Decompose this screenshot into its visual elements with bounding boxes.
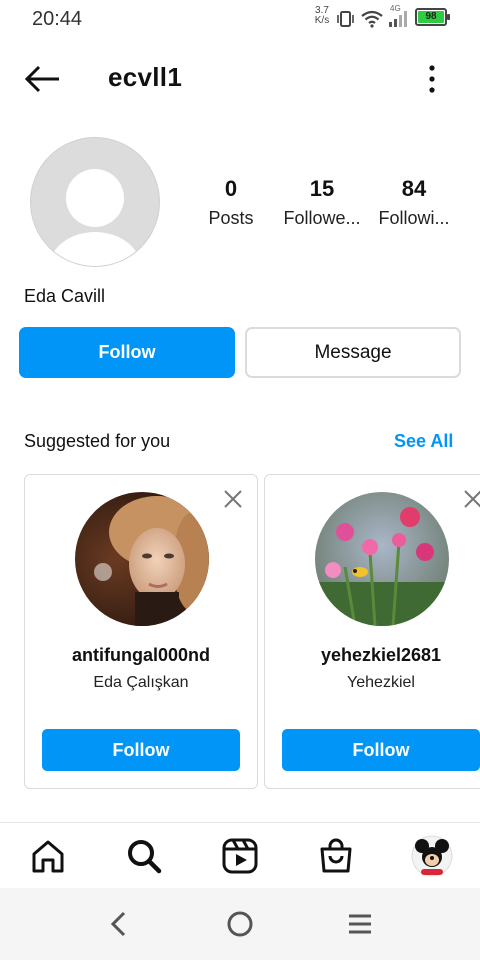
message-button[interactable]: Message — [245, 327, 461, 378]
shop-icon — [320, 838, 352, 873]
system-nav-bar — [0, 888, 480, 960]
followers-stat[interactable]: 15 Followe... — [272, 176, 372, 229]
signal-icon — [389, 11, 407, 27]
system-menu-icon[interactable] — [347, 912, 373, 936]
reels-tab[interactable] — [218, 834, 262, 878]
following-stat[interactable]: 84 Followi... — [364, 176, 464, 229]
profile-avatar[interactable] — [30, 137, 160, 267]
suggestion-card: antifungal000nd Eda Çalışkan Follow — [24, 474, 258, 789]
battery-level: 98 — [425, 11, 437, 22]
posts-stat[interactable]: 0 Posts — [181, 176, 281, 229]
back-arrow-icon[interactable] — [24, 62, 62, 96]
more-options-icon[interactable] — [416, 62, 448, 96]
suggestion-name: Yehezkiel — [347, 674, 415, 691]
status-bar: 20:44 3.7 K/s 4G 98 — [0, 0, 480, 38]
system-home-icon[interactable] — [226, 910, 254, 938]
wifi-icon — [361, 10, 383, 28]
see-all-link[interactable]: See All — [394, 431, 453, 452]
nav-divider — [0, 822, 480, 823]
suggestion-card: yehezkiel2681 Yehezkiel Follow — [264, 474, 480, 789]
suggestion-avatar[interactable] — [315, 492, 449, 626]
profile-avatar-icon — [411, 835, 453, 877]
suggestion-follow-button[interactable]: Follow — [42, 729, 240, 771]
search-tab[interactable] — [122, 834, 166, 878]
profile-full-name: Eda Cavill — [24, 286, 106, 306]
battery-icon: 98 — [415, 8, 450, 26]
flowers-photo — [315, 492, 449, 626]
suggestion-follow-button[interactable]: Follow — [282, 729, 480, 771]
home-tab[interactable] — [26, 834, 70, 878]
profile-tab[interactable] — [410, 834, 454, 878]
portrait-photo — [75, 492, 209, 626]
profile-username: ecvll1 — [108, 62, 183, 92]
reels-icon — [222, 838, 258, 874]
vibrate-icon — [337, 11, 354, 27]
suggested-title: Suggested for you — [24, 431, 171, 451]
close-icon[interactable] — [463, 489, 480, 509]
default-avatar-icon — [49, 169, 141, 266]
search-icon — [128, 840, 162, 874]
suggestion-username[interactable]: antifungal000nd — [25, 645, 257, 666]
home-icon — [32, 840, 64, 873]
follow-button[interactable]: Follow — [19, 327, 235, 378]
network-speed: 3.7 K/s — [314, 5, 330, 26]
suggestion-avatar[interactable] — [75, 492, 209, 626]
suggestion-username[interactable]: yehezkiel2681 — [265, 645, 480, 666]
shop-tab[interactable] — [314, 834, 358, 878]
system-back-icon[interactable] — [108, 910, 130, 938]
suggestion-name: Eda Çalışkan — [93, 674, 189, 691]
status-time: 20:44 — [32, 8, 83, 30]
close-icon[interactable] — [223, 489, 243, 509]
